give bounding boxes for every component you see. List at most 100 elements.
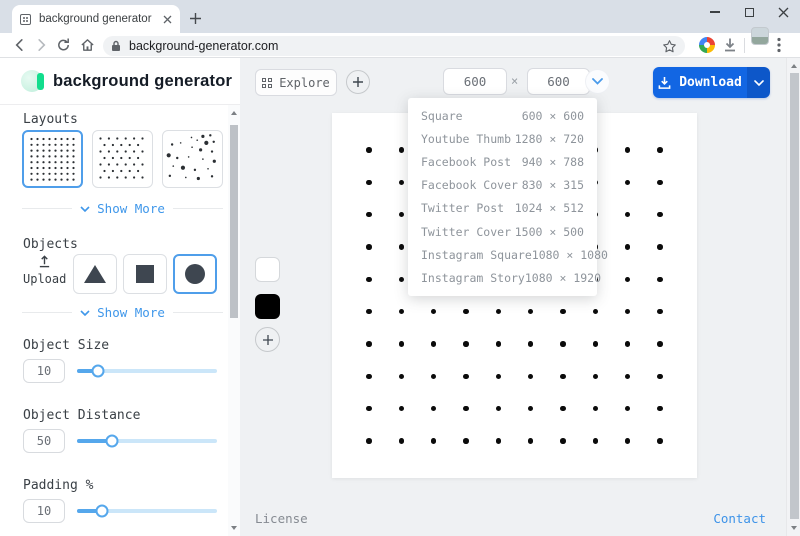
contact-link[interactable]: Contact [713, 511, 766, 526]
slider-handle[interactable] [105, 434, 119, 448]
triangle-icon [84, 265, 106, 283]
slider-handle[interactable] [91, 364, 105, 378]
slider-handle[interactable] [95, 504, 109, 518]
preset-label: Instagram Square [421, 247, 532, 262]
width-input[interactable] [443, 68, 507, 95]
pattern-dot [624, 147, 631, 153]
pattern-dot [398, 244, 405, 250]
object-size-slider[interactable] [77, 364, 217, 378]
swatch-black[interactable] [255, 294, 280, 319]
preset-size: 1500 × 500 [514, 224, 584, 239]
app-title: background generator [53, 71, 233, 90]
layouts-show-more[interactable]: Show More [22, 201, 224, 216]
pattern-dot [527, 438, 534, 444]
swatch-white[interactable] [255, 257, 280, 282]
license-link[interactable]: License [255, 511, 308, 526]
pattern-dot [430, 341, 437, 347]
pattern-dot [624, 438, 631, 444]
size-preset-item[interactable]: Twitter Cover 1500 × 500 [408, 220, 597, 243]
objects-show-more[interactable]: Show More [22, 305, 224, 320]
padding-slider[interactable] [77, 504, 217, 518]
minimize-button[interactable] [698, 0, 732, 24]
pattern-dot [366, 179, 372, 186]
object-distance-input[interactable] [23, 429, 65, 453]
shape-option-circle[interactable] [173, 254, 217, 294]
pattern-dot [560, 373, 566, 380]
sidebar-scrollbar[interactable] [228, 105, 240, 536]
browser-menu-icon[interactable] [777, 37, 781, 53]
close-button[interactable] [766, 0, 800, 24]
pattern-dot [398, 373, 405, 380]
explore-button[interactable]: Explore [255, 69, 337, 96]
scrollbar-thumb[interactable] [230, 125, 238, 318]
pattern-dot [463, 405, 469, 412]
size-preset-item[interactable]: Instagram Square 1080 × 1080 [408, 243, 608, 266]
logo-icon [21, 69, 45, 93]
download-button[interactable]: Download [653, 67, 770, 98]
size-preset-item[interactable]: Twitter Post 1024 × 512 [408, 197, 597, 220]
pattern-dot [398, 308, 405, 315]
size-preset-item[interactable]: Facebook Post 940 × 788 [408, 150, 597, 173]
preset-label: Twitter Cover [421, 224, 512, 239]
pattern-dot [624, 276, 631, 283]
size-preset-item[interactable]: Youtube Thumb 1280 × 720 [408, 127, 597, 150]
object-size-input[interactable] [23, 359, 65, 383]
size-preset-item[interactable]: Facebook Cover 830 × 315 [408, 174, 597, 197]
pattern-dot [430, 373, 437, 380]
scroll-up-icon[interactable] [787, 60, 800, 72]
layout-option-grid[interactable] [22, 130, 83, 188]
shape-option-square[interactable] [123, 254, 167, 294]
downloads-icon[interactable] [723, 38, 737, 53]
layout-option-staggered[interactable] [92, 130, 153, 188]
browser-tab[interactable]: background generator [12, 5, 180, 33]
download-label: Download [679, 75, 742, 90]
add-color-button[interactable] [255, 327, 280, 352]
pattern-dot [624, 341, 631, 347]
size-preset-item[interactable]: Instagram Story 1080 × 1920 [408, 266, 601, 289]
profile-avatar[interactable] [751, 27, 769, 45]
download-options-chevron[interactable] [747, 67, 770, 98]
toolbar-divider [744, 38, 745, 53]
scroll-down-icon[interactable] [787, 522, 800, 534]
preset-size: 1080 × 1920 [524, 270, 602, 285]
height-input[interactable] [527, 68, 590, 95]
maximize-button[interactable] [732, 0, 766, 24]
pattern-dot [624, 405, 631, 412]
download-main[interactable]: Download [653, 67, 747, 98]
scroll-up-icon[interactable] [228, 107, 240, 119]
pattern-dot [366, 308, 372, 315]
preset-label: Facebook Cover [421, 178, 518, 193]
forward-icon[interactable] [34, 38, 49, 53]
padding-input[interactable] [23, 499, 65, 523]
new-tab-button[interactable] [186, 9, 204, 27]
home-icon[interactable] [80, 38, 95, 53]
pattern-dot [495, 341, 502, 347]
pattern-dot [560, 438, 566, 444]
tab-close-icon[interactable] [163, 15, 172, 24]
add-button[interactable] [346, 70, 370, 94]
extension-colorful-icon[interactable] [699, 37, 715, 53]
size-preset-chevron-button[interactable] [585, 69, 610, 94]
scroll-down-icon[interactable] [228, 522, 240, 534]
object-distance-slider[interactable] [77, 434, 217, 448]
pattern-dot [657, 276, 663, 283]
shape-option-triangle[interactable] [73, 254, 117, 294]
pattern-dot [657, 179, 663, 186]
pattern-dot [366, 438, 372, 444]
upload-button[interactable]: Upload [23, 255, 67, 286]
layout-option-random[interactable] [162, 130, 223, 188]
upload-label: Upload [23, 272, 67, 286]
reload-icon[interactable] [56, 38, 71, 53]
pattern-dot [657, 405, 663, 412]
page-scrollbar[interactable] [786, 58, 800, 536]
size-preset-item[interactable]: Square 600 × 600 [408, 104, 597, 127]
tab-favicon-icon [20, 13, 31, 25]
pattern-dot [398, 147, 405, 153]
back-icon[interactable] [12, 38, 27, 53]
pattern-dot [592, 438, 599, 444]
address-bar[interactable]: background-generator.com [103, 36, 685, 56]
chevron-down-icon [80, 309, 90, 316]
scrollbar-thumb[interactable] [789, 73, 799, 519]
pattern-dot [560, 308, 566, 315]
bookmark-star-icon[interactable] [662, 39, 677, 54]
